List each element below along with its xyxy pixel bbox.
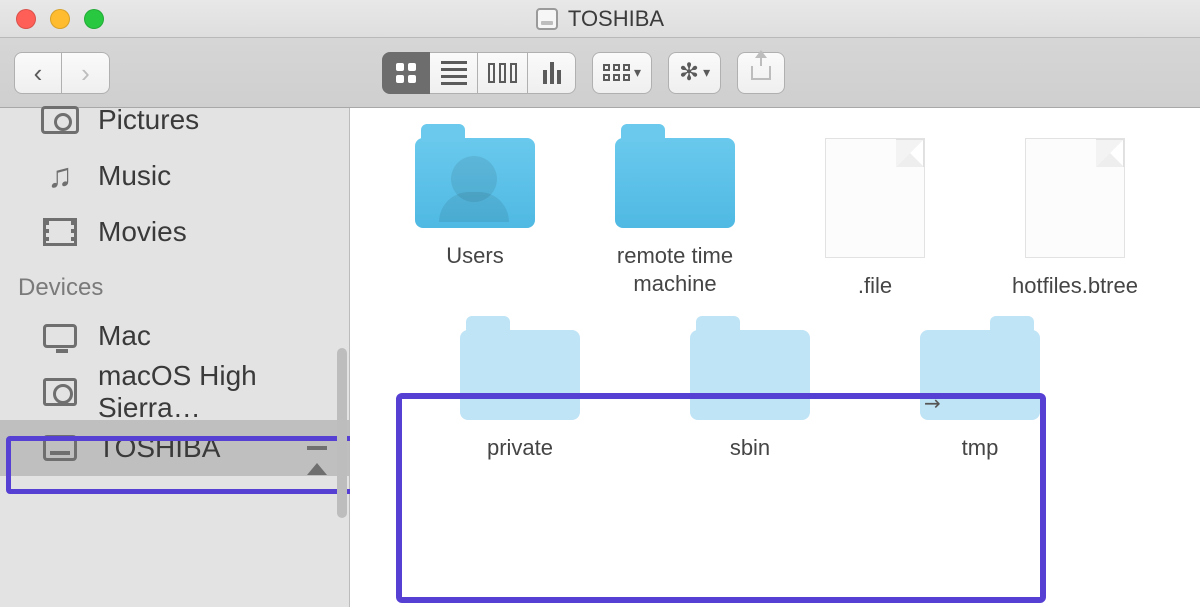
folder-icon: ↗ bbox=[920, 330, 1040, 420]
view-mode-buttons bbox=[382, 52, 576, 94]
item-label: sbin bbox=[730, 434, 770, 462]
sidebar-item-macos-installer[interactable]: macOS High Sierra… bbox=[0, 364, 349, 420]
column-view-button[interactable] bbox=[478, 52, 528, 94]
folder-icon bbox=[615, 138, 735, 228]
chevron-right-icon: › bbox=[81, 60, 90, 86]
sidebar-item-label: TOSHIBA bbox=[98, 432, 220, 464]
alias-arrow-icon: ↗ bbox=[918, 388, 948, 418]
folder-icon bbox=[415, 138, 535, 228]
file-hotfiles-btree[interactable]: hotfiles.btree bbox=[980, 138, 1170, 300]
gear-icon: ✻ bbox=[679, 58, 699, 87]
forward-button[interactable]: › bbox=[62, 52, 110, 94]
sidebar-item-movies[interactable]: Movies bbox=[0, 204, 349, 260]
sidebar-section-devices: Devices bbox=[0, 260, 349, 308]
window-title-text: TOSHIBA bbox=[568, 6, 664, 32]
eject-icon bbox=[307, 432, 327, 475]
folder-private[interactable]: private bbox=[410, 330, 630, 462]
back-button[interactable]: ‹ bbox=[14, 52, 62, 94]
titlebar: TOSHIBA bbox=[0, 0, 1200, 38]
file-dot-file[interactable]: .file bbox=[780, 138, 970, 300]
monitor-icon bbox=[40, 319, 80, 353]
item-label: .file bbox=[858, 272, 892, 300]
sidebar-item-pictures[interactable]: Pictures bbox=[0, 92, 349, 148]
item-label: Users bbox=[446, 242, 503, 270]
window-controls bbox=[16, 9, 104, 29]
user-silhouette-icon bbox=[451, 156, 497, 202]
folder-tmp[interactable]: ↗ tmp bbox=[870, 330, 1090, 462]
group-icon bbox=[603, 64, 630, 81]
eject-button[interactable] bbox=[307, 432, 327, 464]
minimize-window-button[interactable] bbox=[50, 9, 70, 29]
document-icon bbox=[1025, 138, 1125, 258]
folder-icon bbox=[690, 330, 810, 420]
sidebar-item-label: Mac bbox=[98, 320, 151, 352]
sidebar-item-mac[interactable]: Mac bbox=[0, 308, 349, 364]
camera-icon bbox=[40, 103, 80, 137]
item-label: private bbox=[487, 434, 553, 462]
share-button[interactable] bbox=[737, 52, 785, 94]
item-label: tmp bbox=[962, 434, 999, 462]
grid-icon bbox=[396, 63, 416, 83]
sidebar: Pictures ♫ Music Movies Devices Mac macO… bbox=[0, 108, 350, 607]
folder-remote-time-machine[interactable]: remote time machine bbox=[580, 138, 770, 300]
group-by-button[interactable]: ▾ bbox=[592, 52, 652, 94]
chevron-down-icon: ▾ bbox=[634, 64, 641, 81]
film-icon bbox=[40, 215, 80, 249]
hdd-icon bbox=[40, 375, 80, 409]
sidebar-item-label: Movies bbox=[98, 216, 187, 248]
sidebar-item-music[interactable]: ♫ Music bbox=[0, 148, 349, 204]
gallery-view-button[interactable] bbox=[528, 52, 576, 94]
window-title: TOSHIBA bbox=[0, 6, 1200, 32]
close-window-button[interactable] bbox=[16, 9, 36, 29]
folder-sbin[interactable]: sbin bbox=[640, 330, 860, 462]
sidebar-item-label: Music bbox=[98, 160, 171, 192]
external-disk-icon bbox=[40, 431, 80, 465]
folder-icon bbox=[460, 330, 580, 420]
folder-users[interactable]: Users bbox=[380, 138, 570, 300]
icon-grid-row1: Users remote time machine .file hotfiles… bbox=[380, 138, 1170, 300]
list-icon bbox=[441, 61, 467, 85]
document-icon bbox=[825, 138, 925, 258]
disk-icon bbox=[536, 8, 558, 30]
icon-grid-row2: private sbin ↗ tmp bbox=[380, 310, 1170, 492]
action-menu-button[interactable]: ✻ ▾ bbox=[668, 52, 721, 94]
nav-buttons: ‹ › bbox=[14, 52, 110, 94]
fullscreen-window-button[interactable] bbox=[84, 9, 104, 29]
sidebar-scrollbar[interactable] bbox=[337, 348, 347, 518]
sidebar-item-toshiba[interactable]: TOSHIBA bbox=[0, 420, 349, 476]
gallery-icon bbox=[543, 62, 561, 84]
content-pane: Users remote time machine .file hotfiles… bbox=[350, 108, 1200, 607]
sidebar-item-label: Pictures bbox=[98, 104, 199, 136]
share-icon bbox=[751, 66, 771, 80]
music-icon: ♫ bbox=[40, 159, 80, 193]
chevron-left-icon: ‹ bbox=[34, 60, 43, 86]
sidebar-item-label: macOS High Sierra… bbox=[98, 360, 327, 424]
icon-view-button[interactable] bbox=[382, 52, 430, 94]
chevron-down-icon: ▾ bbox=[703, 64, 710, 81]
item-label: remote time machine bbox=[580, 242, 770, 297]
list-view-button[interactable] bbox=[430, 52, 478, 94]
columns-icon bbox=[488, 63, 517, 83]
item-label: hotfiles.btree bbox=[1012, 272, 1138, 300]
